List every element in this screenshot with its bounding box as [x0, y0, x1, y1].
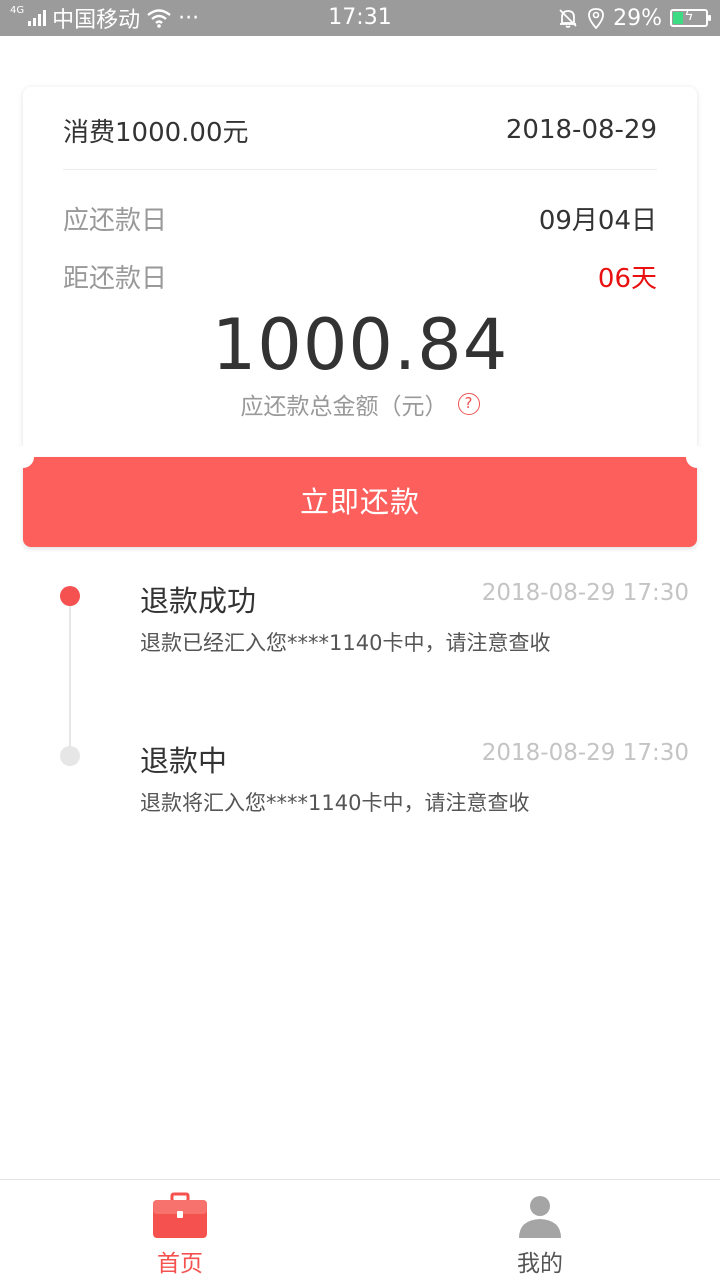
- due-date-row: 应还款日 09月04日: [63, 201, 657, 236]
- timeline-dot-active: [60, 586, 80, 606]
- repay-amount: 1000.84: [211, 304, 509, 386]
- bill-date: 2018-08-29: [505, 115, 657, 145]
- tab-me-label: 我的: [517, 1251, 563, 1277]
- card-notch-right: [686, 446, 708, 468]
- tab-home-label: 首页: [157, 1251, 203, 1277]
- bottom-tab-bar: 首页 我的: [0, 1179, 720, 1280]
- timeline-item-title: 退款中: [140, 744, 228, 778]
- days-remaining-value: 06天: [597, 263, 657, 294]
- bill-title: 消费1000.00元: [63, 117, 249, 148]
- card-notch-left: [12, 446, 34, 468]
- timeline-item-desc: 退款已经汇入您****1140卡中，请注意查收: [140, 631, 551, 655]
- repay-amount-caption: 应还款总金额（元） ?: [23, 387, 697, 421]
- bill-card: 消费1000.00元 2018-08-29 应还款日 09月04日 距还款日 0…: [23, 87, 697, 457]
- days-remaining-label: 距还款日: [63, 263, 168, 294]
- timeline-line: [69, 598, 71, 756]
- days-remaining-row: 距还款日 06天: [63, 259, 657, 294]
- battery-percent: 29%: [613, 5, 662, 31]
- tab-home[interactable]: 首页: [0, 1180, 360, 1280]
- status-right: 29% ϟ: [557, 0, 711, 36]
- due-date-value: 09月04日: [538, 205, 657, 236]
- bill-header: 消费1000.00元 2018-08-29: [63, 113, 657, 148]
- divider: [63, 169, 657, 170]
- timeline-item-title: 退款成功: [140, 584, 257, 618]
- repay-amount-label: 应还款总金额（元）: [240, 394, 448, 420]
- timeline-item-desc: 退款将汇入您****1140卡中，请注意查收: [140, 791, 530, 815]
- battery-icon: ϟ: [670, 8, 711, 27]
- timeline-dot-inactive: [60, 746, 80, 766]
- timeline-item-time: 2018-08-29 17:30: [481, 740, 689, 766]
- user-icon: [519, 1196, 561, 1238]
- location-icon: [588, 8, 604, 29]
- status-bar: 4G 中国移动 ··· 17:31 29% ϟ: [0, 0, 720, 36]
- help-icon[interactable]: ?: [457, 393, 480, 415]
- repay-now-button[interactable]: 立即还款: [23, 457, 697, 547]
- timeline-item-time: 2018-08-29 17:30: [481, 580, 689, 606]
- briefcase-icon: [153, 1192, 207, 1238]
- bell-off-icon: [559, 9, 577, 28]
- due-date-label: 应还款日: [63, 205, 168, 236]
- tab-me[interactable]: 我的: [360, 1180, 720, 1280]
